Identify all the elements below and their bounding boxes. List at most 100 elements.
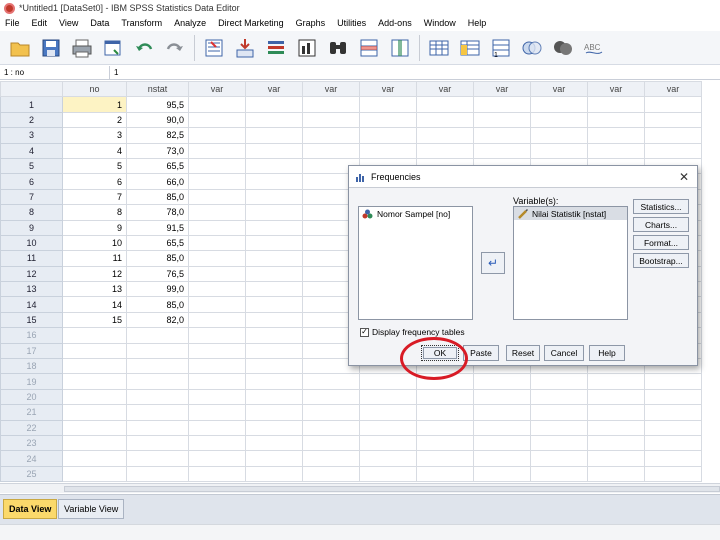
menu-view[interactable]: View	[59, 18, 78, 28]
cell-empty[interactable]	[188, 265, 246, 283]
cell-empty[interactable]	[188, 311, 246, 329]
cell-empty[interactable]	[644, 373, 702, 390]
cell-empty[interactable]	[188, 188, 246, 206]
cell-empty[interactable]	[530, 96, 588, 113]
column-header[interactable]: var	[245, 81, 303, 98]
cell-nstat[interactable]: 65,5	[126, 234, 189, 252]
cell-empty[interactable]	[188, 450, 246, 467]
menu-window[interactable]: Window	[424, 18, 456, 28]
run-descriptives-icon[interactable]	[295, 36, 319, 60]
cell-empty[interactable]	[245, 281, 303, 298]
print-icon[interactable]	[70, 36, 94, 60]
cell-empty[interactable]	[302, 127, 360, 144]
menu-data[interactable]: Data	[90, 18, 109, 28]
cell-nstat[interactable]	[126, 342, 189, 360]
cancel-button[interactable]: Cancel	[544, 345, 584, 361]
help-button[interactable]: Help	[589, 345, 625, 361]
cell-nstat[interactable]	[126, 419, 189, 436]
scrollbar-thumb[interactable]	[64, 486, 720, 492]
cell-no[interactable]: 3	[62, 127, 127, 144]
insert-variable-icon[interactable]	[388, 36, 412, 60]
cell-nstat[interactable]: 78,0	[126, 204, 189, 221]
menu-help[interactable]: Help	[468, 18, 487, 28]
cell-empty[interactable]	[245, 342, 303, 360]
cell-empty[interactable]	[245, 204, 303, 221]
row-number[interactable]: 19	[0, 373, 63, 390]
column-header[interactable]: var	[416, 81, 474, 98]
use-sets-icon[interactable]	[551, 36, 575, 60]
cell-nstat[interactable]	[126, 388, 189, 406]
cell-no[interactable]: 2	[62, 111, 127, 129]
cell-empty[interactable]	[473, 111, 531, 129]
cell-no[interactable]: 10	[62, 234, 127, 252]
cell-no[interactable]	[62, 388, 127, 406]
cell-nstat[interactable]: 65,5	[126, 157, 189, 175]
row-number[interactable]: 15	[0, 311, 63, 329]
cell-nstat[interactable]: 82,5	[126, 127, 189, 144]
cell-empty[interactable]	[245, 265, 303, 283]
bootstrap-button[interactable]: Bootstrap...	[633, 253, 689, 268]
cell-empty[interactable]	[188, 157, 246, 175]
row-number[interactable]: 1	[0, 96, 63, 113]
cell-no[interactable]: 14	[62, 296, 127, 313]
cell-nstat[interactable]: 99,0	[126, 281, 189, 298]
cell-empty[interactable]	[473, 388, 531, 406]
menu-analyze[interactable]: Analyze	[174, 18, 206, 28]
corner-cell[interactable]	[0, 81, 63, 98]
cell-empty[interactable]	[587, 434, 645, 452]
dialog-recall-icon[interactable]	[101, 36, 125, 60]
paste-button[interactable]: Paste	[463, 345, 499, 361]
display-frequency-tables-checkbox[interactable]: ✓	[360, 327, 369, 337]
cell-empty[interactable]	[416, 465, 474, 483]
column-header[interactable]: nstat	[126, 81, 189, 98]
cell-no[interactable]: 1	[62, 96, 127, 113]
cell-empty[interactable]	[587, 111, 645, 129]
row-number[interactable]: 5	[0, 157, 63, 175]
cell-empty[interactable]	[473, 96, 531, 113]
cell-empty[interactable]	[359, 434, 417, 452]
cell-nstat[interactable]	[126, 404, 189, 421]
row-number[interactable]: 6	[0, 173, 63, 190]
row-number[interactable]: 13	[0, 281, 63, 298]
column-header[interactable]: no	[62, 81, 127, 98]
cell-empty[interactable]	[416, 111, 474, 129]
cell-nstat[interactable]	[126, 450, 189, 467]
cell-no[interactable]: 8	[62, 204, 127, 221]
row-number[interactable]: 11	[0, 250, 63, 267]
cell-empty[interactable]	[302, 465, 360, 483]
cell-empty[interactable]	[473, 127, 531, 144]
cell-empty[interactable]	[359, 111, 417, 129]
cell-empty[interactable]	[530, 388, 588, 406]
cell-empty[interactable]	[188, 404, 246, 421]
cell-empty[interactable]	[188, 219, 246, 236]
cell-empty[interactable]	[245, 250, 303, 267]
cell-empty[interactable]	[587, 465, 645, 483]
cell-empty[interactable]	[530, 434, 588, 452]
cell-empty[interactable]	[245, 96, 303, 113]
cell-nstat[interactable]: 95,5	[126, 96, 189, 113]
cell-value-input[interactable]: 1	[110, 68, 118, 77]
cell-empty[interactable]	[302, 388, 360, 406]
cell-empty[interactable]	[587, 96, 645, 113]
cell-no[interactable]: 15	[62, 311, 127, 329]
cell-empty[interactable]	[644, 111, 702, 129]
cell-empty[interactable]	[416, 96, 474, 113]
cell-empty[interactable]	[473, 434, 531, 452]
cell-nstat[interactable]: 90,0	[126, 111, 189, 129]
cell-empty[interactable]	[416, 434, 474, 452]
undo-icon[interactable]	[132, 36, 156, 60]
cell-no[interactable]	[62, 327, 127, 344]
cell-empty[interactable]	[188, 327, 246, 344]
column-header[interactable]: var	[188, 81, 246, 98]
cell-empty[interactable]	[644, 127, 702, 144]
cell-empty[interactable]	[245, 434, 303, 452]
cell-empty[interactable]	[644, 419, 702, 436]
cell-empty[interactable]	[359, 127, 417, 144]
cell-no[interactable]	[62, 358, 127, 375]
cell-empty[interactable]	[245, 373, 303, 390]
cell-empty[interactable]	[473, 404, 531, 421]
cell-no[interactable]: 12	[62, 265, 127, 283]
cell-no[interactable]: 5	[62, 157, 127, 175]
column-header[interactable]: var	[302, 81, 360, 98]
menu-transform[interactable]: Transform	[121, 18, 162, 28]
